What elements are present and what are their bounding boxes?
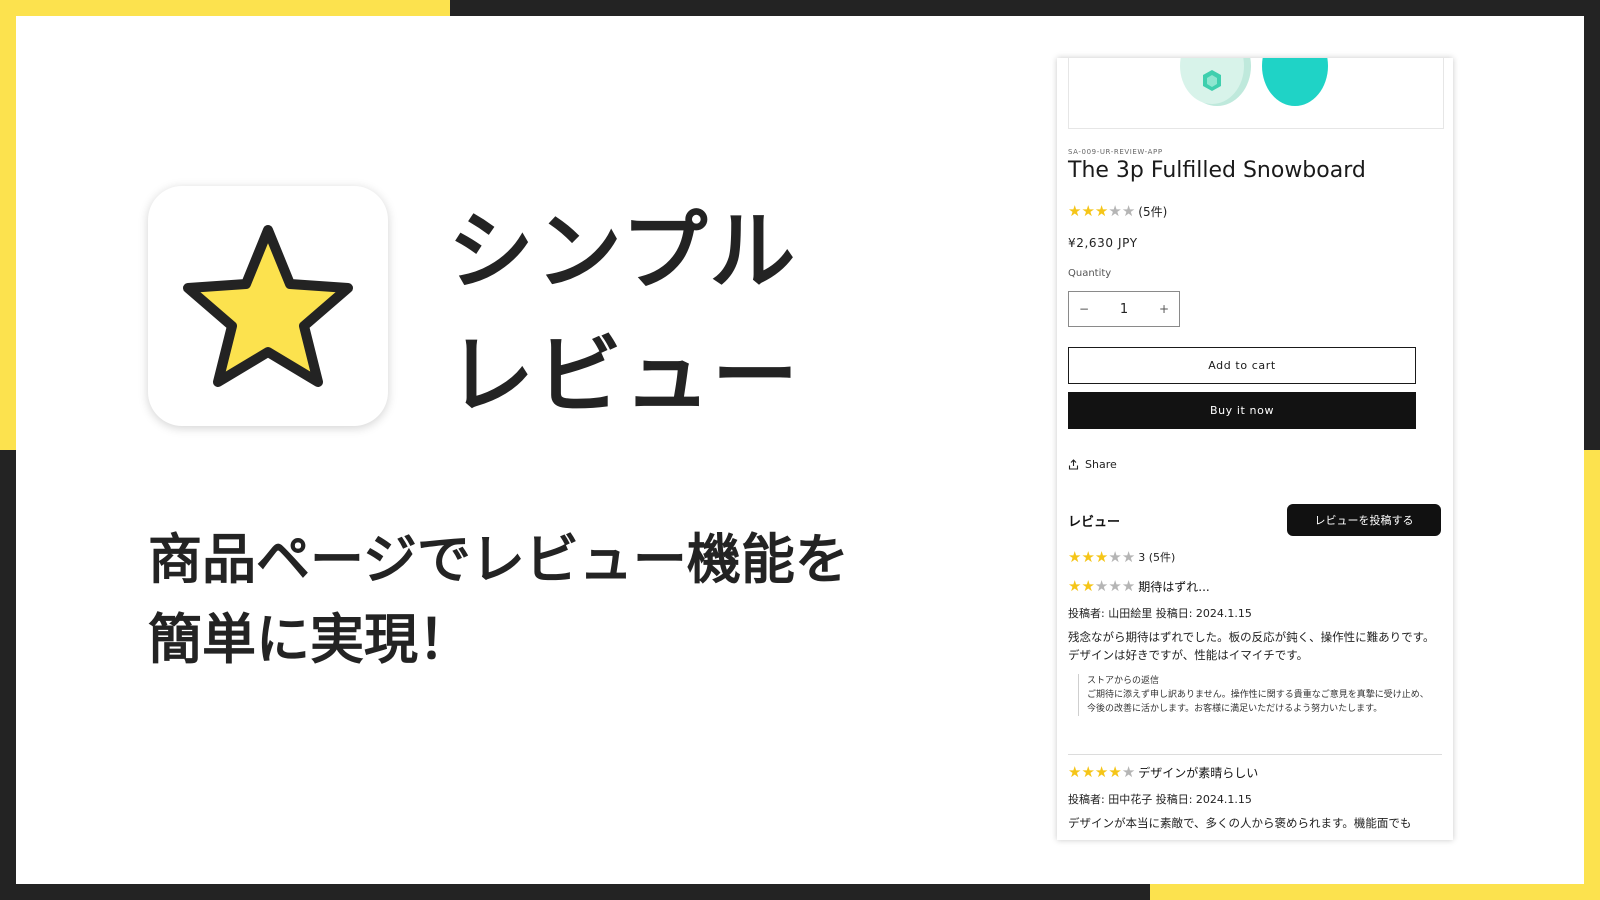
product-price: ¥2,630 JPY [1068, 236, 1138, 250]
star-empty-icon: ★ [1094, 577, 1109, 595]
star-empty-icon: ★ [1108, 202, 1122, 220]
store-reply: ストアからの返信 ご期待に添えず申し訳ありません。操作性に関する貴重なご意見を真… [1078, 674, 1435, 716]
product-image [1068, 58, 1444, 129]
star-filled-icon: ★ [1068, 547, 1082, 566]
tagline-line1: 商品ページでレビュー機能を [148, 528, 849, 591]
star-empty-icon: ★ [1121, 577, 1136, 595]
quantity-decrease-button[interactable]: − [1079, 302, 1089, 316]
review-meta: 投稿者: 田中花子 投稿日: 2024.1.15 [1068, 793, 1252, 806]
review-divider [1068, 754, 1442, 755]
reviews-heading: レビュー [1068, 515, 1121, 530]
review-stars: ★ ★ ★ ★ ★ [1068, 765, 1135, 780]
review-title-row: ★ ★ ★ ★ ★ 期待はずれ... [1068, 578, 1442, 595]
share-icon [1068, 459, 1079, 470]
snowboard-image [1180, 58, 1328, 106]
app-title-line1: シンプル [448, 202, 798, 302]
tagline-line2: 簡単に実現！ [148, 608, 472, 671]
star-empty-icon: ★ [1121, 763, 1136, 781]
star-empty-icon: ★ [1108, 547, 1122, 566]
app-title: シンプル レビュー [448, 190, 800, 438]
star-filled-icon: ★ [1068, 577, 1082, 595]
product-rating[interactable]: ★ ★ ★ ★ ★ (5件) [1068, 203, 1167, 220]
review-body: デザインが本当に素敵で、多くの人から褒められます。機能面でも [1068, 816, 1412, 830]
review-meta: 投稿者: 山田絵里 投稿日: 2024.1.15 [1068, 607, 1252, 620]
app-icon [148, 186, 388, 426]
accent-bar-bottom-right [1150, 884, 1600, 900]
rating-count: (5件) [1138, 205, 1168, 219]
product-page-screenshot: SA-009-UR-REVIEW-APP The 3p Fulfilled Sn… [1057, 58, 1453, 840]
star-filled-icon: ★ [1094, 547, 1109, 566]
star-filled-icon: ★ [1081, 547, 1095, 566]
star-empty-icon: ★ [1121, 547, 1136, 566]
app-title-line2: レビュー [448, 326, 800, 426]
summary-text: 3 (5件) [1138, 551, 1176, 564]
share-button[interactable]: Share [1068, 458, 1117, 471]
share-label: Share [1085, 458, 1117, 471]
star-empty-icon: ★ [1108, 577, 1122, 595]
product-title: The 3p Fulfilled Snowboard [1068, 158, 1366, 183]
star-filled-icon: ★ [1081, 202, 1095, 220]
star-filled-icon: ★ [1108, 763, 1122, 781]
accent-bar-left [0, 0, 16, 450]
quantity-increase-button[interactable]: + [1159, 302, 1169, 316]
rating-stars: ★ ★ ★ ★ ★ [1068, 204, 1135, 219]
review-title-row: ★ ★ ★ ★ ★ デザインが素晴らしい [1068, 764, 1442, 781]
post-review-button[interactable]: レビューを投稿する [1287, 504, 1441, 536]
store-reply-body: ご期待に添えず申し訳ありません。操作性に関する貴重なご意見を真摯に受け止め、今後… [1087, 690, 1429, 714]
quantity-value[interactable]: 1 [1120, 302, 1128, 317]
quantity-stepper: − 1 + [1068, 291, 1180, 327]
review-item: ★ ★ ★ ★ ★ デザインが素晴らしい 投稿者: 田中花子 投稿日: 2024.1.1… [1068, 764, 1442, 832]
review-body: 残念ながら期待はずれでした。板の反応が鈍く、操作性に難ありです。デザインは好きで… [1068, 630, 1435, 662]
review-item: ★ ★ ★ ★ ★ 期待はずれ... 投稿者: 山田絵里 投稿日: 2024.1.15 … [1068, 578, 1442, 716]
star-filled-icon: ★ [1068, 202, 1082, 220]
star-filled-icon: ★ [1081, 577, 1095, 595]
accent-bar-top-left [0, 0, 450, 16]
store-reply-title: ストアからの返信 [1087, 676, 1160, 686]
product-vendor: SA-009-UR-REVIEW-APP [1068, 148, 1163, 156]
add-to-cart-button[interactable]: Add to cart [1068, 347, 1416, 384]
accent-bar-right [1584, 450, 1600, 900]
star-filled-icon: ★ [1094, 763, 1109, 781]
star-filled-icon: ★ [1081, 763, 1095, 781]
quantity-label: Quantity [1068, 268, 1112, 279]
star-empty-icon: ★ [1121, 202, 1136, 220]
star-filled-icon: ★ [1094, 202, 1109, 220]
summary-stars: ★ ★ ★ ★ ★ [1068, 547, 1136, 566]
reviews-summary: ★ ★ ★ ★ ★ 3 (5件) [1068, 549, 1175, 565]
review-title: 期待はずれ... [1138, 580, 1210, 594]
buy-now-button[interactable]: Buy it now [1068, 392, 1416, 429]
star-icon [183, 225, 353, 387]
star-filled-icon: ★ [1068, 763, 1082, 781]
review-stars: ★ ★ ★ ★ ★ [1068, 579, 1135, 594]
review-title: デザインが素晴らしい [1138, 766, 1259, 780]
tagline: 商品ページでレビュー機能を 簡単に実現！ [148, 520, 849, 680]
